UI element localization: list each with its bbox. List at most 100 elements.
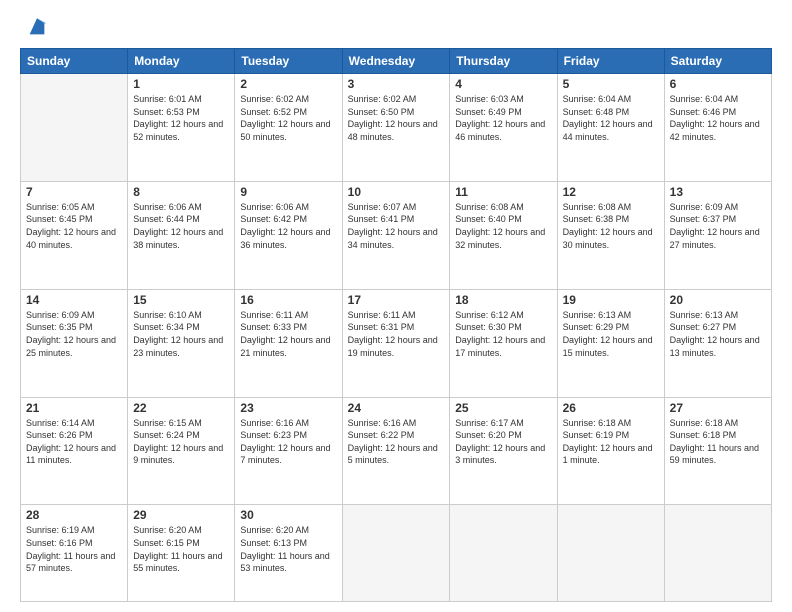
calendar-cell: 25 Sunrise: 6:17 AMSunset: 6:20 PMDayligh… bbox=[450, 397, 557, 505]
day-info: Sunrise: 6:13 AMSunset: 6:27 PMDaylight:… bbox=[670, 309, 766, 359]
day-info: Sunrise: 6:04 AMSunset: 6:48 PMDaylight:… bbox=[563, 93, 659, 143]
day-info: Sunrise: 6:05 AMSunset: 6:45 PMDaylight:… bbox=[26, 201, 122, 251]
calendar-cell: 28Sunrise: 6:19 AMSunset: 6:16 PMDayligh… bbox=[21, 505, 128, 602]
weekday-header: Wednesday bbox=[342, 49, 450, 74]
day-info: Sunrise: 6:06 AMSunset: 6:44 PMDaylight:… bbox=[133, 201, 229, 251]
day-info: Sunrise: 6:12 AMSunset: 6:30 PMDaylight:… bbox=[455, 309, 551, 359]
day-number: 22 bbox=[133, 401, 229, 415]
day-number: 26 bbox=[563, 401, 659, 415]
calendar-cell: 15 Sunrise: 6:10 AMSunset: 6:34 PMDayligh… bbox=[128, 289, 235, 397]
day-info: Sunrise: 6:03 AMSunset: 6:49 PMDaylight:… bbox=[455, 93, 551, 143]
calendar-cell: 1 Sunrise: 6:01 AMSunset: 6:53 PMDaylight… bbox=[128, 74, 235, 182]
day-number: 16 bbox=[240, 293, 336, 307]
day-info: Sunrise: 6:07 AMSunset: 6:41 PMDaylight:… bbox=[348, 201, 445, 251]
day-number: 11 bbox=[455, 185, 551, 199]
calendar-cell: 26 Sunrise: 6:18 AMSunset: 6:19 PMDayligh… bbox=[557, 397, 664, 505]
day-info: Sunrise: 6:08 AMSunset: 6:38 PMDaylight:… bbox=[563, 201, 659, 251]
day-info: Sunrise: 6:20 AMSunset: 6:13 PMDaylight:… bbox=[240, 524, 336, 574]
calendar-cell bbox=[342, 505, 450, 602]
day-info: Sunrise: 6:11 AMSunset: 6:31 PMDaylight:… bbox=[348, 309, 445, 359]
day-number: 1 bbox=[133, 77, 229, 91]
week-row: 1 Sunrise: 6:01 AMSunset: 6:53 PMDaylight… bbox=[21, 74, 772, 182]
day-number: 24 bbox=[348, 401, 445, 415]
day-number: 6 bbox=[670, 77, 766, 91]
day-number: 9 bbox=[240, 185, 336, 199]
day-number: 10 bbox=[348, 185, 445, 199]
calendar-cell: 5 Sunrise: 6:04 AMSunset: 6:48 PMDaylight… bbox=[557, 74, 664, 182]
calendar-cell bbox=[557, 505, 664, 602]
weekday-header-row: SundayMondayTuesdayWednesdayThursdayFrid… bbox=[21, 49, 772, 74]
day-number: 12 bbox=[563, 185, 659, 199]
weekday-header: Thursday bbox=[450, 49, 557, 74]
calendar-cell: 14 Sunrise: 6:09 AMSunset: 6:35 PMDayligh… bbox=[21, 289, 128, 397]
day-info: Sunrise: 6:10 AMSunset: 6:34 PMDaylight:… bbox=[133, 309, 229, 359]
week-row: 21 Sunrise: 6:14 AMSunset: 6:26 PMDayligh… bbox=[21, 397, 772, 505]
day-number: 4 bbox=[455, 77, 551, 91]
calendar-cell: 9 Sunrise: 6:06 AMSunset: 6:42 PMDaylight… bbox=[235, 181, 342, 289]
header bbox=[20, 16, 772, 38]
day-info: Sunrise: 6:19 AMSunset: 6:16 PMDaylight:… bbox=[26, 524, 122, 574]
day-number: 21 bbox=[26, 401, 122, 415]
day-number: 23 bbox=[240, 401, 336, 415]
weekday-header: Friday bbox=[557, 49, 664, 74]
logo-icon bbox=[26, 16, 48, 38]
day-info: Sunrise: 6:06 AMSunset: 6:42 PMDaylight:… bbox=[240, 201, 336, 251]
week-row: 28Sunrise: 6:19 AMSunset: 6:16 PMDayligh… bbox=[21, 505, 772, 602]
day-info: Sunrise: 6:16 AMSunset: 6:22 PMDaylight:… bbox=[348, 417, 445, 467]
calendar-cell bbox=[450, 505, 557, 602]
calendar-cell bbox=[664, 505, 771, 602]
day-number: 3 bbox=[348, 77, 445, 91]
day-info: Sunrise: 6:20 AMSunset: 6:15 PMDaylight:… bbox=[133, 524, 229, 574]
calendar-cell: 27 Sunrise: 6:18 AMSunset: 6:18 PMDayligh… bbox=[664, 397, 771, 505]
day-number: 20 bbox=[670, 293, 766, 307]
day-info: Sunrise: 6:15 AMSunset: 6:24 PMDaylight:… bbox=[133, 417, 229, 467]
week-row: 14 Sunrise: 6:09 AMSunset: 6:35 PMDayligh… bbox=[21, 289, 772, 397]
day-number: 13 bbox=[670, 185, 766, 199]
day-number: 25 bbox=[455, 401, 551, 415]
calendar-cell: 17 Sunrise: 6:11 AMSunset: 6:31 PMDayligh… bbox=[342, 289, 450, 397]
calendar-cell: 22 Sunrise: 6:15 AMSunset: 6:24 PMDayligh… bbox=[128, 397, 235, 505]
calendar-cell: 30 Sunrise: 6:20 AMSunset: 6:13 PMDayligh… bbox=[235, 505, 342, 602]
day-info: Sunrise: 6:09 AMSunset: 6:35 PMDaylight:… bbox=[26, 309, 122, 359]
weekday-header: Tuesday bbox=[235, 49, 342, 74]
day-info: Sunrise: 6:04 AMSunset: 6:46 PMDaylight:… bbox=[670, 93, 766, 143]
day-info: Sunrise: 6:11 AMSunset: 6:33 PMDaylight:… bbox=[240, 309, 336, 359]
day-info: Sunrise: 6:18 AMSunset: 6:18 PMDaylight:… bbox=[670, 417, 766, 467]
weekday-header: Sunday bbox=[21, 49, 128, 74]
calendar-cell: 12 Sunrise: 6:08 AMSunset: 6:38 PMDayligh… bbox=[557, 181, 664, 289]
day-info: Sunrise: 6:18 AMSunset: 6:19 PMDaylight:… bbox=[563, 417, 659, 467]
calendar-cell: 21 Sunrise: 6:14 AMSunset: 6:26 PMDayligh… bbox=[21, 397, 128, 505]
day-info: Sunrise: 6:09 AMSunset: 6:37 PMDaylight:… bbox=[670, 201, 766, 251]
day-info: Sunrise: 6:14 AMSunset: 6:26 PMDaylight:… bbox=[26, 417, 122, 467]
day-number: 15 bbox=[133, 293, 229, 307]
calendar-cell: 8 Sunrise: 6:06 AMSunset: 6:44 PMDaylight… bbox=[128, 181, 235, 289]
day-info: Sunrise: 6:08 AMSunset: 6:40 PMDaylight:… bbox=[455, 201, 551, 251]
calendar-cell: 24 Sunrise: 6:16 AMSunset: 6:22 PMDayligh… bbox=[342, 397, 450, 505]
weekday-header: Saturday bbox=[664, 49, 771, 74]
day-number: 19 bbox=[563, 293, 659, 307]
calendar-cell: 4 Sunrise: 6:03 AMSunset: 6:49 PMDaylight… bbox=[450, 74, 557, 182]
calendar-cell: 7Sunrise: 6:05 AMSunset: 6:45 PMDaylight… bbox=[21, 181, 128, 289]
calendar-cell: 3Sunrise: 6:02 AMSunset: 6:50 PMDaylight… bbox=[342, 74, 450, 182]
calendar-cell: 13 Sunrise: 6:09 AMSunset: 6:37 PMDayligh… bbox=[664, 181, 771, 289]
calendar-cell: 10 Sunrise: 6:07 AMSunset: 6:41 PMDayligh… bbox=[342, 181, 450, 289]
calendar: SundayMondayTuesdayWednesdayThursdayFrid… bbox=[20, 48, 772, 602]
day-info: Sunrise: 6:01 AMSunset: 6:53 PMDaylight:… bbox=[133, 93, 229, 143]
day-number: 17 bbox=[348, 293, 445, 307]
calendar-cell: 2Sunrise: 6:02 AMSunset: 6:52 PMDaylight… bbox=[235, 74, 342, 182]
day-info: Sunrise: 6:17 AMSunset: 6:20 PMDaylight:… bbox=[455, 417, 551, 467]
day-number: 8 bbox=[133, 185, 229, 199]
calendar-cell: 19Sunrise: 6:13 AMSunset: 6:29 PMDayligh… bbox=[557, 289, 664, 397]
logo bbox=[20, 16, 48, 38]
calendar-cell: 20 Sunrise: 6:13 AMSunset: 6:27 PMDayligh… bbox=[664, 289, 771, 397]
day-info: Sunrise: 6:02 AMSunset: 6:52 PMDaylight:… bbox=[240, 93, 336, 143]
day-number: 27 bbox=[670, 401, 766, 415]
day-number: 30 bbox=[240, 508, 336, 522]
day-number: 14 bbox=[26, 293, 122, 307]
week-row: 7Sunrise: 6:05 AMSunset: 6:45 PMDaylight… bbox=[21, 181, 772, 289]
calendar-cell: 23Sunrise: 6:16 AMSunset: 6:23 PMDayligh… bbox=[235, 397, 342, 505]
calendar-cell: 16 Sunrise: 6:11 AMSunset: 6:33 PMDayligh… bbox=[235, 289, 342, 397]
calendar-cell: 29Sunrise: 6:20 AMSunset: 6:15 PMDayligh… bbox=[128, 505, 235, 602]
day-number: 5 bbox=[563, 77, 659, 91]
calendar-cell: 11 Sunrise: 6:08 AMSunset: 6:40 PMDayligh… bbox=[450, 181, 557, 289]
